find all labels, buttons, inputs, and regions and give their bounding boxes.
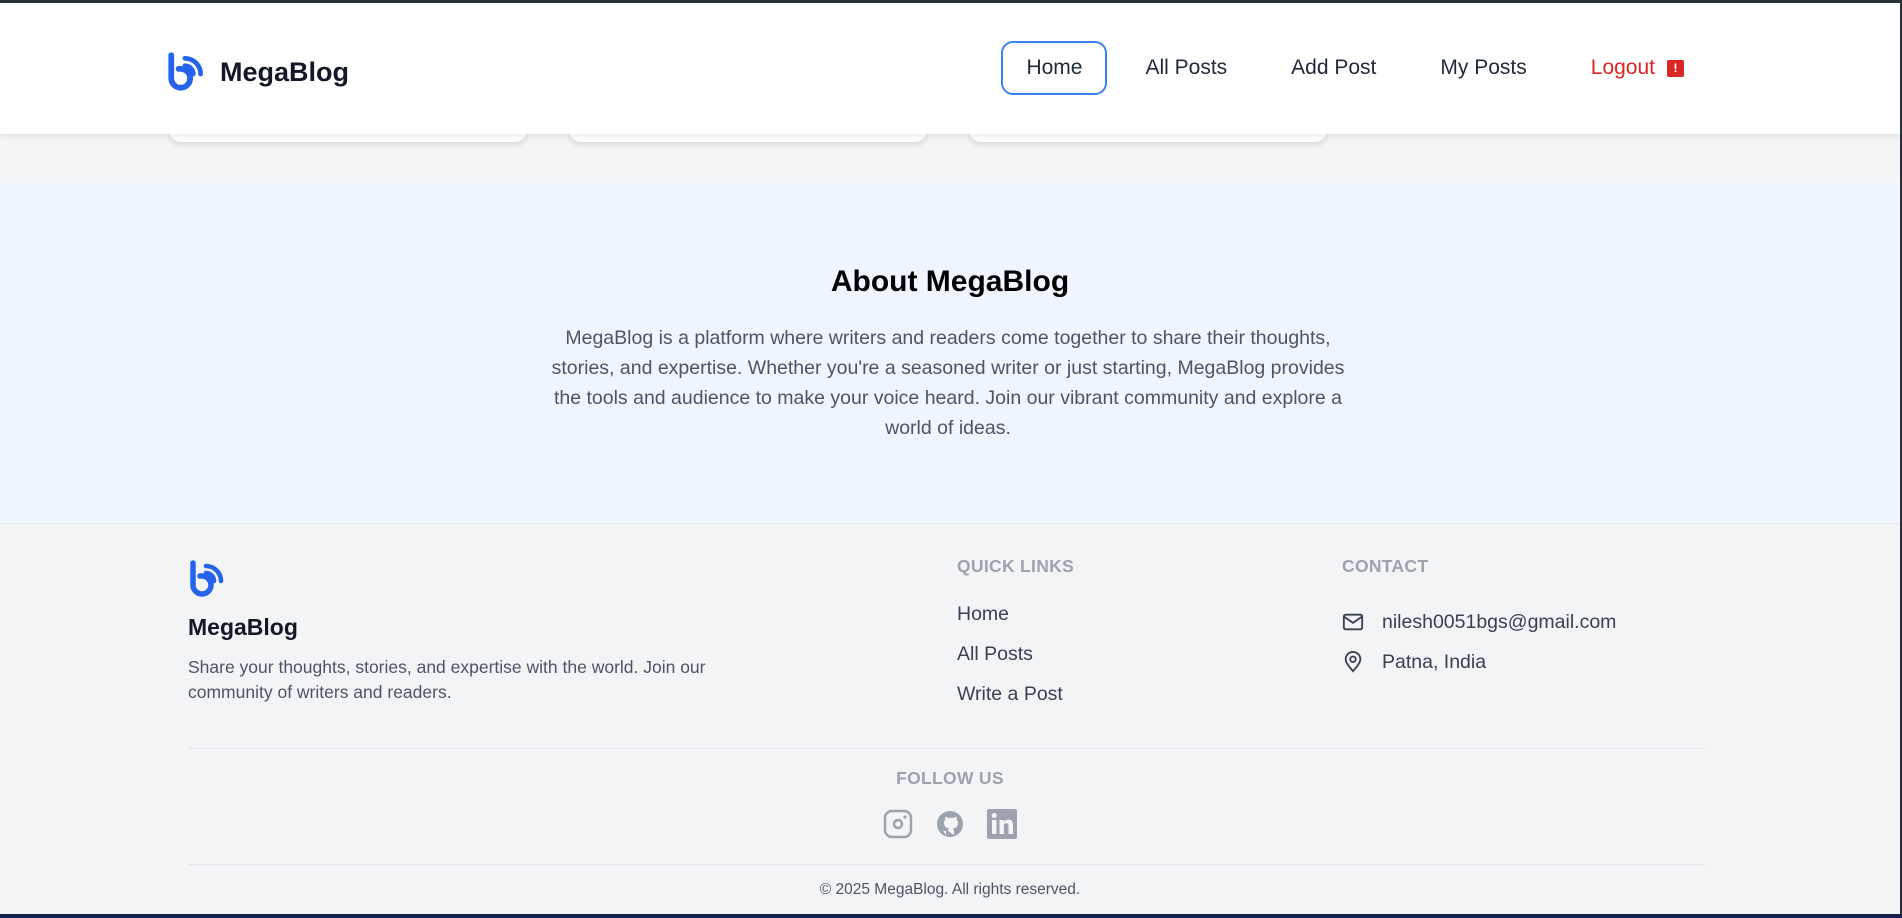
contact-location: Patna, India (1342, 642, 1616, 682)
logout-label: Logout (1590, 56, 1655, 79)
megablog-logo-icon (168, 52, 204, 91)
page-viewport: MegaBlog Home All Posts Add Post My Post… (0, 0, 1900, 914)
mail-icon (1342, 613, 1364, 631)
about-title: About MegaBlog (830, 265, 1070, 298)
brand-link[interactable]: MegaBlog (166, 51, 349, 93)
contact-location-text: Patna, India (1382, 650, 1487, 673)
window-bottom-edge (0, 914, 1902, 918)
linkedin-icon[interactable] (986, 808, 1018, 840)
site-header: MegaBlog Home All Posts Add Post My Post… (0, 0, 1900, 134)
copyright-text: © 2025 MegaBlog. All rights reserved. (819, 881, 1081, 898)
footer-logo[interactable] (188, 559, 228, 604)
contact-heading: CONTACT (1342, 556, 1429, 576)
location-pin-icon (1344, 651, 1362, 673)
footer-brand-name: MegaBlog (188, 614, 298, 640)
contact-email[interactable]: nilesh0051bgs@gmail.com (1342, 602, 1616, 642)
logout-button[interactable]: Logout ! (1565, 41, 1710, 95)
nav-all-posts[interactable]: All Posts (1119, 41, 1253, 95)
quick-links-list: Home All Posts Write a Post (957, 602, 1063, 722)
social-links (0, 808, 1900, 840)
instagram-icon[interactable] (882, 808, 914, 840)
follow-us-heading: FOLLOW US (896, 768, 1004, 788)
github-icon[interactable] (934, 808, 966, 840)
nav-my-posts[interactable]: My Posts (1414, 41, 1552, 95)
main-nav: Home All Posts Add Post My Posts Logout … (989, 41, 1710, 95)
footer-divider (188, 748, 1706, 749)
about-text: MegaBlog is a platform where writers and… (551, 327, 1345, 439)
footer-description: Share your thoughts, stories, and expert… (188, 657, 706, 702)
contact-email-text: nilesh0051bgs@gmail.com (1382, 610, 1617, 633)
brand-name: MegaBlog (220, 56, 350, 87)
about-section: About MegaBlog MegaBlog is a platform wh… (0, 183, 1900, 523)
quick-links-heading: QUICK LINKS (957, 556, 1075, 576)
alert-icon: ! (1667, 59, 1684, 77)
footer-link-home[interactable]: Home (957, 602, 1063, 642)
footer-link-all-posts[interactable]: All Posts (957, 642, 1063, 682)
contact-list: nilesh0051bgs@gmail.com Patna, India (1342, 602, 1616, 682)
nav-add-post[interactable]: Add Post (1265, 41, 1402, 95)
megablog-logo-icon (190, 560, 224, 597)
site-footer: MegaBlog Share your thoughts, stories, a… (0, 523, 1900, 914)
nav-home[interactable]: Home (1001, 41, 1108, 95)
footer-link-write-post[interactable]: Write a Post (957, 682, 1063, 722)
footer-divider (188, 864, 1706, 865)
